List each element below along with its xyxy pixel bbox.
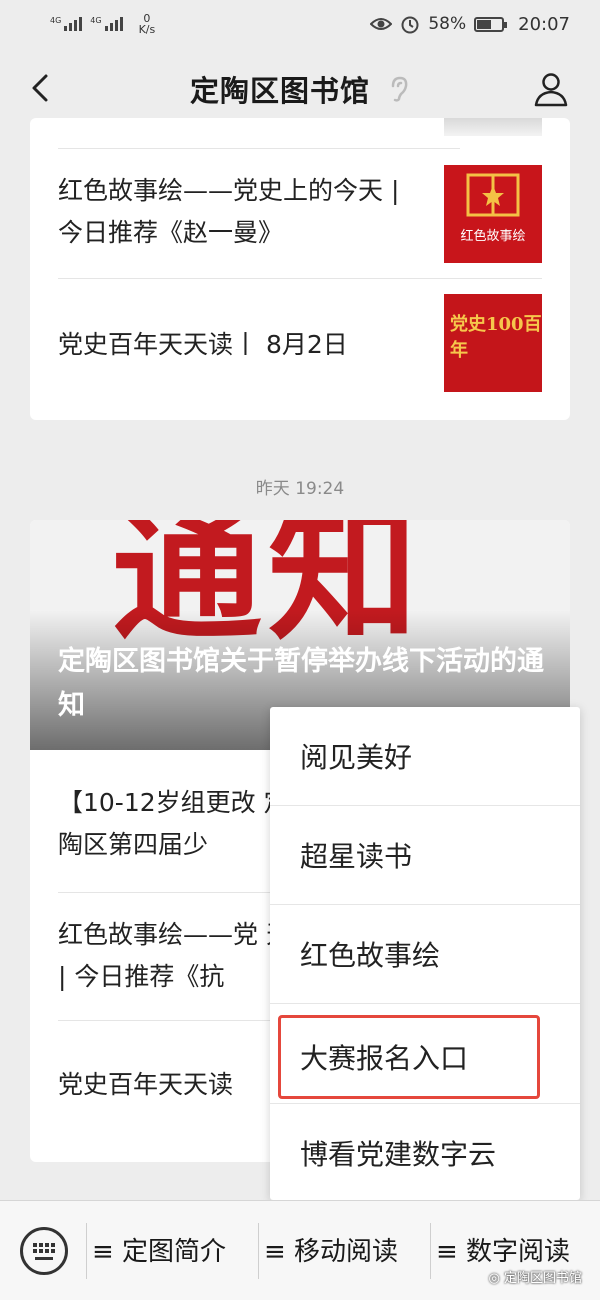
article-group-card: 红色故事绘——党史上的今天 | 今日推荐《赵一曼》 红色故事绘 党史百年天天读丨… bbox=[30, 118, 570, 420]
article-title[interactable]: 红色故事绘——党史上的今天 | 今日推荐《赵一曼》 bbox=[58, 170, 428, 254]
article-thumbnail bbox=[444, 118, 542, 136]
ear-icon bbox=[391, 76, 408, 102]
menu-tab-mobile-reading[interactable]: ≡ 移动阅读 bbox=[264, 1231, 398, 1268]
network-speed-unit: K/s bbox=[138, 23, 156, 36]
article-title[interactable]: 党史百年天天读丨 8月2日 bbox=[58, 324, 438, 366]
status-bar: 4G 4G 0 K/s 58% 20:07 bbox=[0, 0, 600, 48]
battery-percent: 58% bbox=[428, 14, 467, 34]
menu-item-red-stories[interactable]: 红色故事绘 bbox=[270, 905, 580, 1003]
clock: 20:07 bbox=[518, 13, 570, 35]
keyboard-icon[interactable] bbox=[20, 1227, 68, 1275]
network-speed: 0 K/s bbox=[139, 13, 156, 35]
thumbnail-caption: 党史100百年 bbox=[450, 314, 542, 361]
menu-item-read-beauty[interactable]: 阅见美好 bbox=[270, 707, 580, 805]
article-title[interactable]: 【10-12岁组更改 定陶区第四届少 bbox=[58, 782, 298, 866]
signal-icon: 4G bbox=[50, 16, 83, 31]
menu-tab-library-intro[interactable]: ≡ 定图简介 bbox=[92, 1231, 226, 1268]
menu-item-party-cloud[interactable]: 博看党建数字云 bbox=[270, 1104, 580, 1202]
divider bbox=[58, 148, 460, 149]
bottom-menu-bar: ≡ 定图简介 ≡ 移动阅读 ≡ 数字阅读 ◎ 定陶区图书馆 bbox=[0, 1200, 600, 1300]
thumbnail-caption: 红色故事绘 bbox=[460, 229, 526, 244]
network-type-label-2: 4G bbox=[90, 16, 102, 25]
eye-icon bbox=[370, 18, 393, 30]
network-type-label: 4G bbox=[50, 16, 62, 25]
signal-icon-2: 4G bbox=[90, 16, 123, 31]
article-thumbnail[interactable]: 红色故事绘 bbox=[444, 165, 542, 263]
menu-item-chaoxing-reading[interactable]: 超星读书 bbox=[270, 806, 580, 904]
back-arrow-icon[interactable] bbox=[24, 70, 60, 106]
page-title: 定陶区图书馆 bbox=[189, 74, 370, 108]
popup-menu: 阅见美好 超星读书 红色故事绘 大赛报名入口 博看党建数字云 bbox=[270, 707, 580, 1200]
highlight-box bbox=[278, 1015, 540, 1099]
watermark: ◎ 定陶区图书馆 bbox=[489, 1267, 583, 1286]
menu-tab-digital-reading[interactable]: ≡ 数字阅读 bbox=[436, 1231, 570, 1268]
divider bbox=[58, 278, 542, 279]
battery-icon bbox=[474, 16, 508, 32]
timestamp: 昨天 19:24 bbox=[255, 479, 345, 499]
wechat-icon: ◎ bbox=[488, 1271, 500, 1286]
article-thumbnail[interactable]: 党史100百年 bbox=[444, 294, 542, 392]
person-icon[interactable] bbox=[532, 70, 570, 108]
alarm-icon bbox=[401, 16, 419, 34]
watermark-text: 定陶区图书馆 bbox=[503, 1271, 582, 1286]
article-title[interactable]: 红色故事绘——党 天 | 今日推荐《抗 bbox=[58, 914, 298, 998]
book-star-logo-icon bbox=[466, 173, 520, 217]
article-title[interactable]: 党史百年天天读 bbox=[58, 1064, 298, 1106]
